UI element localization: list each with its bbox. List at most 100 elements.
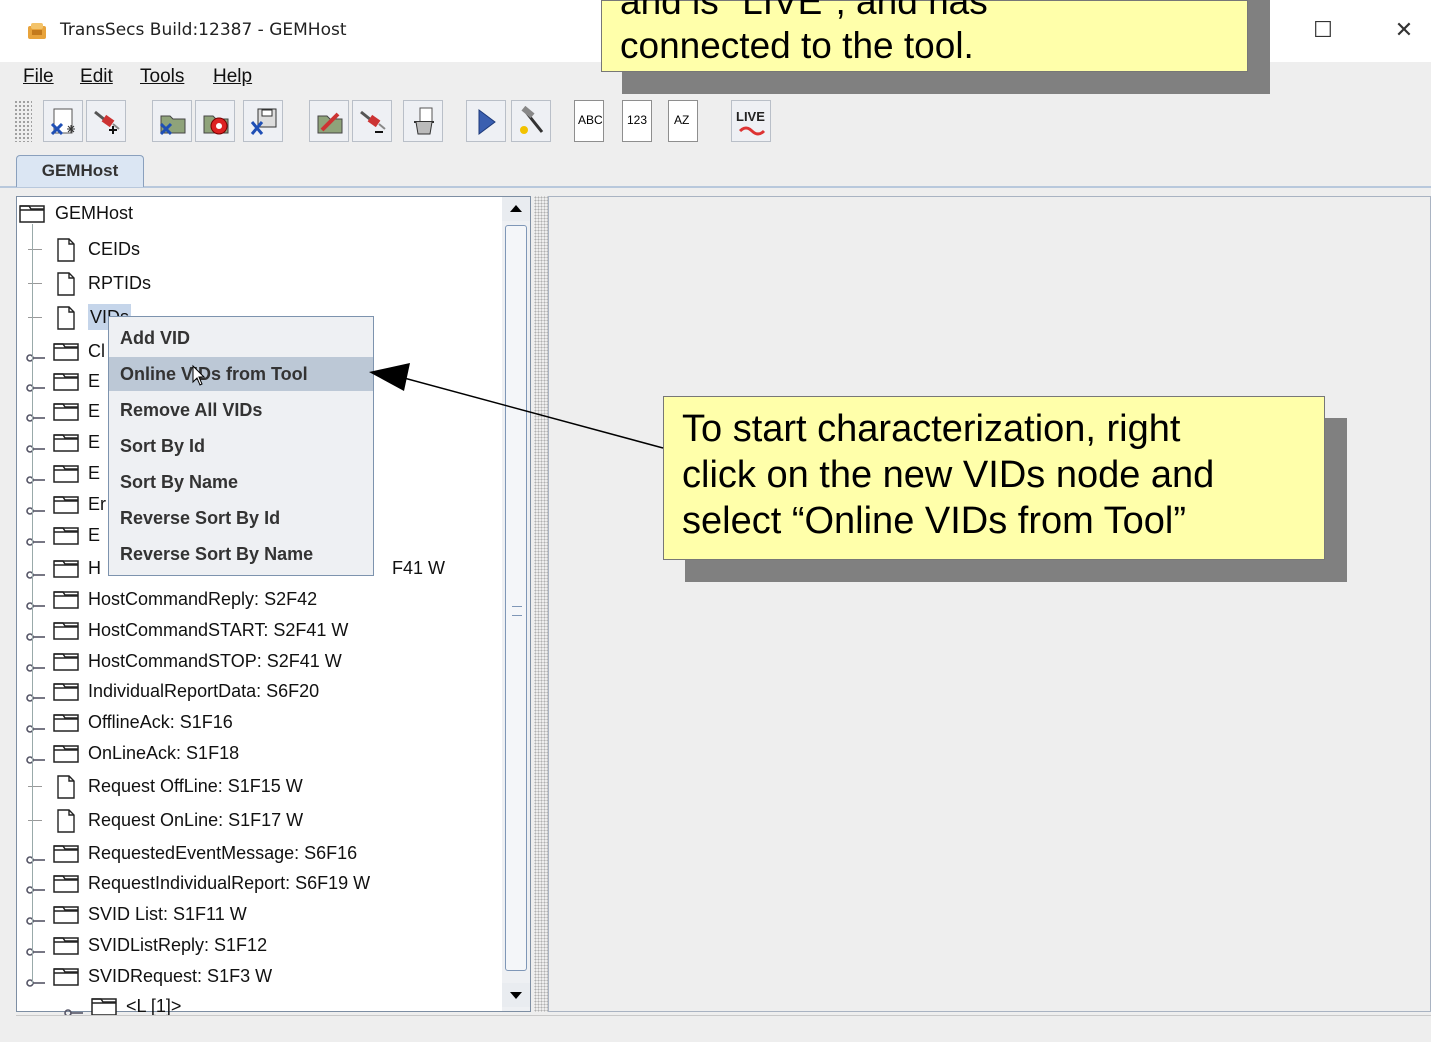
callout-top-line: connected to the tool.	[620, 25, 974, 66]
split-pane-divider[interactable]	[534, 196, 548, 1012]
tree-connector-line	[28, 786, 42, 787]
tab-strip	[0, 186, 1431, 188]
folder-icon	[52, 370, 82, 399]
folder-icon	[52, 557, 82, 586]
expand-handle-icon[interactable]	[26, 405, 46, 431]
expand-handle-icon[interactable]	[26, 716, 46, 742]
toolbar-grip[interactable]	[14, 100, 32, 142]
document-icon	[54, 238, 78, 269]
tree-node-label: E	[88, 432, 101, 452]
live-button[interactable]: LIVE	[731, 100, 771, 142]
scroll-down-button[interactable]	[502, 983, 530, 1007]
expand-handle-icon[interactable]	[26, 436, 46, 462]
menu-sort-by-name[interactable]: Sort By Name	[109, 465, 373, 499]
delete-folder-icon	[159, 115, 186, 136]
delete-folder-button[interactable]	[152, 100, 192, 142]
arrow-up-icon	[510, 205, 522, 212]
trash-button[interactable]	[403, 100, 443, 142]
context-menu: Add VID Online VIDs from Tool Remove All…	[108, 316, 374, 576]
callout-right-line: select “Online VIDs from Tool”	[682, 500, 1187, 542]
expand-handle-icon[interactable]	[26, 908, 46, 934]
folder-icon	[52, 619, 82, 648]
tree-guide-line	[32, 224, 33, 984]
expand-handle-icon[interactable]	[26, 655, 46, 681]
scroll-up-button[interactable]	[502, 197, 530, 221]
document-icon	[54, 775, 78, 806]
add-connector-button[interactable]	[86, 100, 126, 142]
edit-folder-button[interactable]	[309, 100, 349, 142]
menu-tools[interactable]: Tools	[140, 66, 184, 88]
numeric-format-button[interactable]: 123	[622, 100, 652, 142]
arrow-down-icon	[510, 992, 522, 999]
callout-right-line: click on the new VIDs node and	[682, 454, 1215, 496]
tree-node-label: H	[88, 558, 101, 578]
expand-handle-icon[interactable]	[26, 345, 46, 371]
document-icon	[54, 809, 78, 840]
tree-node-label: HostCommandReply: S2F42	[88, 589, 318, 609]
tree-node-label: RPTIDs	[88, 273, 151, 293]
folder-icon	[52, 742, 82, 771]
vertical-scrollbar[interactable]	[502, 197, 530, 1011]
delete-document-icon	[50, 108, 75, 136]
menu-remove-all-vids[interactable]: Remove All VIDs	[109, 393, 373, 427]
run-button[interactable]	[466, 100, 506, 142]
menu-file[interactable]: File	[23, 66, 54, 88]
detail-panel	[548, 196, 1431, 1012]
expand-handle-icon[interactable]	[26, 877, 46, 903]
tree-node-label: IndividualReportData: S6F20	[88, 681, 320, 701]
expand-handle-icon[interactable]	[26, 529, 46, 555]
tree-node-label: E	[88, 371, 101, 391]
menu-online-vids-from-tool[interactable]: Online VIDs from Tool	[109, 357, 373, 391]
remove-connector-button[interactable]	[352, 100, 392, 142]
scroll-thumb[interactable]	[505, 225, 527, 971]
expand-handle-icon[interactable]	[26, 847, 46, 873]
tree-node-label: CEIDs	[88, 239, 141, 259]
menu-help[interactable]: Help	[213, 66, 252, 88]
abc-format-button[interactable]: ABC	[574, 100, 604, 142]
delete-save-button[interactable]	[243, 100, 283, 142]
expand-handle-icon[interactable]	[26, 685, 46, 711]
expand-handle-icon[interactable]	[26, 498, 46, 524]
trash-icon	[414, 107, 434, 135]
tree-node-label: SVIDListReply: S1F12	[88, 935, 268, 955]
sort-az-button[interactable]: AZ	[668, 100, 698, 142]
tree-node-label-suffix: F41 W	[392, 558, 446, 578]
document-icon	[54, 306, 78, 337]
app-icon	[28, 23, 46, 39]
tree-node-label: RequestIndividualReport: S6F19 W	[88, 873, 371, 893]
menu-add-vid[interactable]: Add VID	[109, 321, 373, 355]
menu-sort-by-id[interactable]: Sort By Id	[109, 429, 373, 463]
folder-icon	[52, 711, 82, 740]
close-button[interactable]: ✕	[1384, 14, 1424, 48]
expand-handle-icon[interactable]	[26, 375, 46, 401]
folder-icon	[52, 903, 82, 932]
expand-handle-icon[interactable]	[26, 593, 46, 619]
build-button[interactable]	[511, 100, 551, 142]
folder-open-icon	[18, 202, 48, 231]
expand-handle-icon[interactable]	[26, 624, 46, 650]
folder-icon	[52, 934, 82, 963]
expand-handle-icon[interactable]	[26, 467, 46, 493]
expand-handle-icon[interactable]	[26, 747, 46, 773]
tree-node-label: Request OffLine: S1F15 W	[88, 776, 303, 796]
folder-icon	[52, 431, 82, 460]
tree-node-label: SVID List: S1F11 W	[88, 904, 247, 924]
record-button[interactable]	[195, 100, 235, 142]
tree-node-label: SVIDRequest: S1F3 W	[88, 966, 273, 986]
remove-plug-icon	[360, 110, 386, 133]
expand-handle-icon[interactable]	[26, 939, 46, 965]
menu-edit[interactable]: Edit	[80, 66, 113, 88]
delete-item-button[interactable]	[43, 100, 83, 142]
tree-node-label: RequestedEventMessage: S6F16	[88, 843, 358, 863]
expand-handle-icon[interactable]	[26, 562, 46, 588]
expand-handle-icon[interactable]	[26, 970, 46, 996]
maximize-button[interactable]: ☐	[1303, 14, 1343, 48]
window-frame	[0, 62, 14, 1041]
play-icon	[478, 109, 496, 135]
menu-reverse-sort-by-name[interactable]: Reverse Sort By Name	[109, 537, 373, 571]
tree-node-label: E	[88, 463, 101, 483]
menu-reverse-sort-by-id[interactable]: Reverse Sort By Id	[109, 501, 373, 535]
tree-node-label: Request OnLine: S1F17 W	[88, 810, 304, 830]
tree-node-label: OnLineAck: S1F18	[88, 743, 240, 763]
tab-gemhost[interactable]: GEMHost	[16, 155, 144, 187]
